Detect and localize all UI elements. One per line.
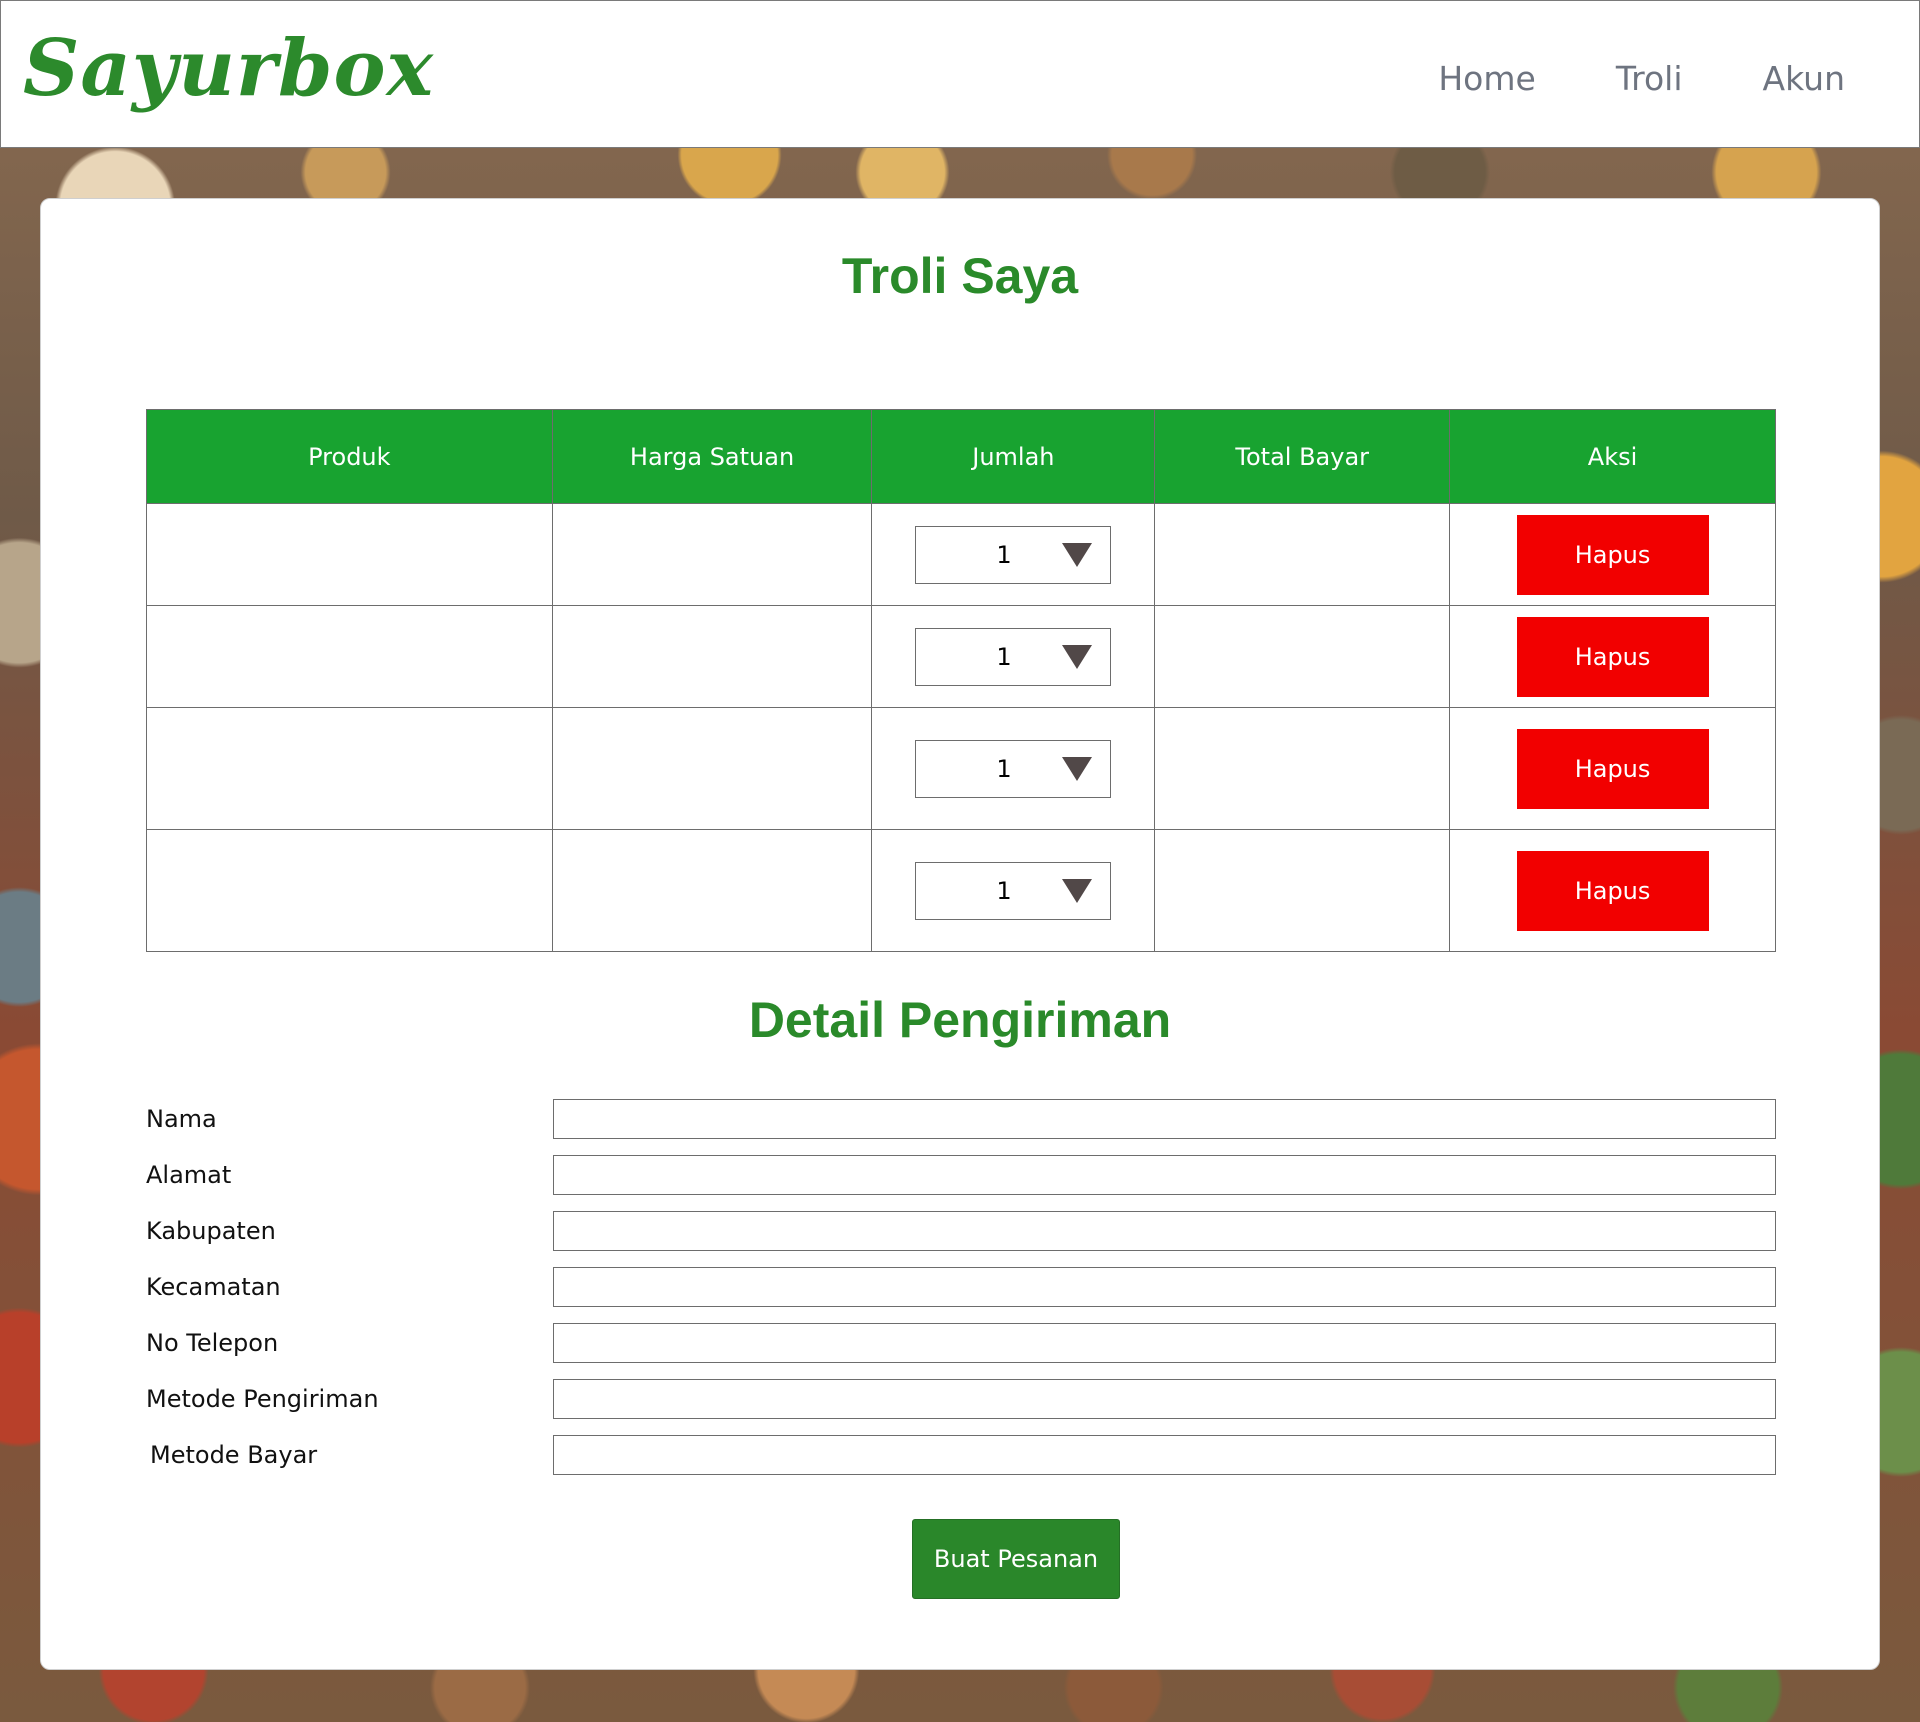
metode-pengiriman-input[interactable] bbox=[553, 1379, 1776, 1419]
total-cell bbox=[1154, 707, 1451, 830]
quantity-value: 1 bbox=[996, 754, 1012, 783]
page-title: Troli Saya bbox=[841, 248, 1079, 304]
dropdown-arrow-icon bbox=[1062, 756, 1093, 781]
form-row-metode-bayar: Metode Bayar bbox=[146, 1435, 1776, 1477]
total-cell bbox=[1154, 829, 1451, 952]
unit-price-cell bbox=[551, 503, 873, 606]
quantity-value: 1 bbox=[996, 642, 1012, 671]
total-cell bbox=[1154, 605, 1451, 708]
action-cell: Hapus bbox=[1449, 605, 1776, 708]
action-cell: Hapus bbox=[1449, 829, 1776, 952]
cart-row: 1 Hapus bbox=[146, 707, 1776, 830]
nama-input[interactable] bbox=[553, 1099, 1776, 1139]
unit-price-cell bbox=[551, 605, 873, 708]
quantity-select[interactable]: 1 bbox=[915, 525, 1112, 584]
column-header-total-bayar: Total Bayar bbox=[1154, 409, 1451, 504]
column-header-aksi: Aksi bbox=[1449, 409, 1776, 504]
dropdown-arrow-icon bbox=[1062, 878, 1093, 903]
cart-row: 1 Hapus bbox=[146, 605, 1776, 708]
top-navbar: Sayurbox Home Troli Akun bbox=[0, 0, 1920, 148]
field-label-metode-bayar: Metode Bayar bbox=[150, 1441, 318, 1469]
form-row-kecamatan: Kecamatan bbox=[146, 1267, 1776, 1309]
form-row-nama: Nama bbox=[146, 1099, 1776, 1141]
nav-troli-link[interactable]: Troli bbox=[1616, 59, 1683, 98]
product-cell bbox=[146, 829, 553, 952]
nav-akun-link[interactable]: Akun bbox=[1763, 59, 1846, 98]
cart-row: 1 Hapus bbox=[146, 829, 1776, 952]
product-cell bbox=[146, 503, 553, 606]
action-cell: Hapus bbox=[1449, 503, 1776, 606]
column-header-jumlah: Jumlah bbox=[871, 409, 1156, 504]
field-label-nama: Nama bbox=[146, 1105, 217, 1133]
form-row-kabupaten: Kabupaten bbox=[146, 1211, 1776, 1253]
delete-item-button[interactable]: Hapus bbox=[1516, 728, 1709, 809]
delete-item-button[interactable]: Hapus bbox=[1516, 850, 1709, 931]
field-label-kecamatan: Kecamatan bbox=[146, 1273, 281, 1301]
quantity-select[interactable]: 1 bbox=[915, 861, 1112, 920]
quantity-select[interactable]: 1 bbox=[915, 627, 1112, 686]
qty-cell: 1 bbox=[871, 829, 1156, 952]
delete-item-button[interactable]: Hapus bbox=[1516, 616, 1709, 697]
cart-row: 1 Hapus bbox=[146, 503, 1776, 606]
unit-price-cell bbox=[551, 829, 873, 952]
sayurbox-logo[interactable]: Sayurbox bbox=[23, 23, 434, 114]
column-header-produk: Produk bbox=[146, 409, 553, 504]
cart-table: Produk Harga Satuan Jumlah Total Bayar A… bbox=[146, 409, 1776, 952]
form-row-metode-pengiriman: Metode Pengiriman bbox=[146, 1379, 1776, 1421]
kecamatan-input[interactable] bbox=[553, 1267, 1776, 1307]
shipping-section-title: Detail Pengiriman bbox=[748, 992, 1172, 1048]
field-label-kabupaten: Kabupaten bbox=[146, 1217, 276, 1245]
main-nav: Home Troli Akun bbox=[1438, 59, 1845, 98]
quantity-value: 1 bbox=[996, 540, 1012, 569]
column-header-harga-satuan: Harga Satuan bbox=[551, 409, 873, 504]
cart-card: Troli Saya Produk Harga Satuan Jumlah To… bbox=[40, 198, 1880, 1670]
product-cell bbox=[146, 605, 553, 708]
form-row-no-telepon: No Telepon bbox=[146, 1323, 1776, 1365]
total-cell bbox=[1154, 503, 1451, 606]
product-cell bbox=[146, 707, 553, 830]
qty-cell: 1 bbox=[871, 707, 1156, 830]
field-label-alamat: Alamat bbox=[146, 1161, 232, 1189]
quantity-value: 1 bbox=[996, 876, 1012, 905]
field-label-no-telepon: No Telepon bbox=[146, 1329, 279, 1357]
metode-bayar-input[interactable] bbox=[553, 1435, 1776, 1475]
no-telepon-input[interactable] bbox=[553, 1323, 1776, 1363]
kabupaten-input[interactable] bbox=[553, 1211, 1776, 1251]
place-order-button[interactable]: Buat Pesanan bbox=[912, 1519, 1120, 1599]
quantity-select[interactable]: 1 bbox=[915, 739, 1112, 798]
unit-price-cell bbox=[551, 707, 873, 830]
qty-cell: 1 bbox=[871, 503, 1156, 606]
delete-item-button[interactable]: Hapus bbox=[1516, 514, 1709, 595]
field-label-metode-pengiriman: Metode Pengiriman bbox=[146, 1385, 379, 1413]
qty-cell: 1 bbox=[871, 605, 1156, 708]
cart-header-row: Produk Harga Satuan Jumlah Total Bayar A… bbox=[146, 409, 1776, 504]
dropdown-arrow-icon bbox=[1062, 644, 1093, 669]
dropdown-arrow-icon bbox=[1062, 542, 1093, 567]
action-cell: Hapus bbox=[1449, 707, 1776, 830]
nav-home-link[interactable]: Home bbox=[1438, 59, 1535, 98]
form-row-alamat: Alamat bbox=[146, 1155, 1776, 1197]
alamat-input[interactable] bbox=[553, 1155, 1776, 1195]
